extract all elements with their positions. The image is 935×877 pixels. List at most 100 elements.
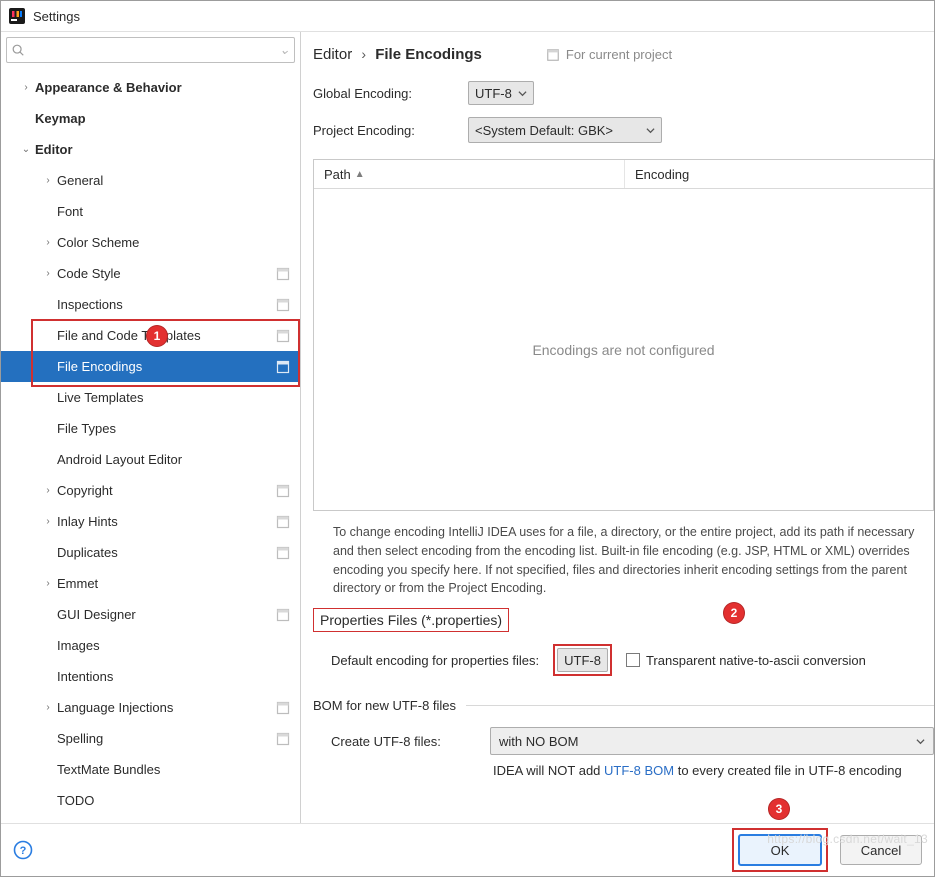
chevron-right-icon: ›	[356, 46, 371, 62]
tree-item-language-injections[interactable]: ›Language Injections	[1, 692, 300, 723]
tree-item-inlay-hints[interactable]: ›Inlay Hints	[1, 506, 300, 537]
tree-item-textmate-bundles[interactable]: TextMate Bundles	[1, 754, 300, 785]
create-utf8-files-value: with NO BOM	[499, 734, 578, 749]
bom-note-prefix: IDEA will NOT add	[493, 763, 604, 778]
watermark: https://blog.csdn.net/wait_13	[767, 832, 928, 846]
help-text: To change encoding IntelliJ IDEA uses fo…	[313, 511, 934, 606]
chevron-right-icon[interactable]: ›	[41, 237, 55, 248]
tree-item-keymap[interactable]: Keymap	[1, 103, 300, 134]
table-empty-label: Encodings are not configured	[532, 342, 714, 358]
properties-default-encoding-row: Default encoding for properties files: U…	[331, 644, 934, 676]
col-path[interactable]: Path ▲	[314, 160, 625, 188]
transparent-native-to-ascii-label: Transparent native-to-ascii conversion	[646, 653, 866, 668]
chevron-right-icon[interactable]: ›	[41, 175, 55, 186]
tree-item-copyright[interactable]: ›Copyright	[1, 475, 300, 506]
global-encoding-combo[interactable]: UTF-8	[468, 81, 534, 105]
tree-item-label: Intentions	[57, 669, 300, 684]
tree-item-file-encodings[interactable]: File Encodings	[1, 351, 300, 382]
tree-item-android-layout-editor[interactable]: Android Layout Editor	[1, 444, 300, 475]
transparent-native-to-ascii-checkbox[interactable]: Transparent native-to-ascii conversion	[626, 653, 866, 668]
tree-item-label: File and Code Templates	[57, 328, 276, 343]
create-utf8-files-row: Create UTF-8 files: with NO BOM	[331, 727, 934, 755]
col-encoding[interactable]: Encoding	[625, 160, 699, 188]
properties-default-encoding-value: UTF-8	[564, 653, 601, 668]
tree-item-label: Editor	[35, 142, 300, 157]
breadcrumb-root[interactable]: Editor	[313, 46, 352, 63]
tree-item-general[interactable]: ›General	[1, 165, 300, 196]
col-encoding-label: Encoding	[635, 167, 689, 182]
tree-item-todo[interactable]: TODO	[1, 785, 300, 816]
main-area: ⌄ ›Appearance & BehaviorKeymap⌄Editor›Ge…	[1, 31, 934, 823]
properties-section-title: Properties Files (*.properties)	[313, 608, 509, 632]
separator	[466, 705, 934, 706]
tree-item-label: Images	[57, 638, 300, 653]
tree-item-label: Font	[57, 204, 300, 219]
chevron-right-icon[interactable]: ›	[41, 268, 55, 279]
global-encoding-row: Global Encoding: UTF-8	[313, 81, 934, 105]
search-box[interactable]: ⌄	[6, 37, 295, 63]
tree-item-file-types[interactable]: File Types	[1, 413, 300, 444]
project-encoding-combo[interactable]: <System Default: GBK>	[468, 117, 662, 143]
tree-item-label: Copyright	[57, 483, 276, 498]
search-icon	[11, 43, 25, 57]
tree-item-inspections[interactable]: Inspections	[1, 289, 300, 320]
search-input[interactable]	[25, 42, 281, 59]
create-utf8-files-label: Create UTF-8 files:	[331, 734, 476, 749]
settings-window: Settings ⌄ ›Appearance & BehaviorKeymap⌄…	[0, 0, 935, 877]
project-scope-icon	[276, 267, 290, 281]
encodings-table[interactable]: Path ▲ Encoding Encodings are not config…	[313, 159, 934, 511]
tree-item-font[interactable]: Font	[1, 196, 300, 227]
tree-item-color-scheme[interactable]: ›Color Scheme	[1, 227, 300, 258]
tree-item-label: TextMate Bundles	[57, 762, 300, 777]
search-caret: ⌄	[279, 42, 290, 58]
tree-item-gui-designer[interactable]: GUI Designer	[1, 599, 300, 630]
tree-item-spelling[interactable]: Spelling	[1, 723, 300, 754]
properties-default-encoding-label: Default encoding for properties files:	[331, 653, 539, 668]
chevron-right-icon[interactable]: ›	[41, 516, 55, 527]
properties-default-encoding-combo[interactable]: UTF-8	[557, 648, 608, 672]
tree-item-label: General	[57, 173, 300, 188]
window-title: Settings	[33, 9, 80, 24]
bom-note: IDEA will NOT add UTF-8 BOM to every cre…	[493, 763, 934, 778]
tree-item-label: TODO	[57, 793, 300, 808]
project-scope-icon	[546, 48, 560, 62]
create-utf8-files-combo[interactable]: with NO BOM	[490, 727, 934, 755]
tree-item-live-templates[interactable]: Live Templates	[1, 382, 300, 413]
bom-section-title: BOM for new UTF-8 files	[313, 698, 456, 713]
tree-item-label: GUI Designer	[57, 607, 276, 622]
tree-item-label: Keymap	[35, 111, 300, 126]
breadcrumb-row: Editor › File Encodings For current proj…	[313, 46, 934, 75]
project-scope-icon	[276, 484, 290, 498]
tree-item-appearance-behavior[interactable]: ›Appearance & Behavior	[1, 72, 300, 103]
tree-item-label: File Encodings	[57, 359, 276, 374]
col-path-label: Path	[324, 167, 351, 182]
settings-tree[interactable]: ›Appearance & BehaviorKeymap⌄Editor›Gene…	[1, 68, 300, 823]
table-header: Path ▲ Encoding	[314, 160, 933, 189]
tree-item-duplicates[interactable]: Duplicates	[1, 537, 300, 568]
chevron-down-icon[interactable]: ⌄	[19, 144, 33, 155]
annotation-box-2: UTF-8	[553, 644, 612, 676]
app-icon	[9, 8, 25, 24]
search-wrap: ⌄	[1, 32, 300, 68]
tree-item-label: Appearance & Behavior	[35, 80, 300, 95]
tree-item-emmet[interactable]: ›Emmet	[1, 568, 300, 599]
chevron-right-icon[interactable]: ›	[41, 702, 55, 713]
tree-item-editor[interactable]: ⌄Editor	[1, 134, 300, 165]
annotation-callout-2: 2	[723, 602, 745, 624]
tree-item-code-style[interactable]: ›Code Style	[1, 258, 300, 289]
help-icon[interactable]: ?	[13, 840, 33, 860]
chevron-right-icon[interactable]: ›	[41, 578, 55, 589]
utf8-bom-link[interactable]: UTF-8 BOM	[604, 763, 674, 778]
tree-item-intentions[interactable]: Intentions	[1, 661, 300, 692]
tree-item-images[interactable]: Images	[1, 630, 300, 661]
project-scope-icon	[276, 701, 290, 715]
for-current-project-badge: For current project	[546, 47, 672, 62]
tree-item-label: Inspections	[57, 297, 276, 312]
chevron-right-icon[interactable]: ›	[19, 82, 33, 93]
project-encoding-row: Project Encoding: <System Default: GBK>	[313, 117, 934, 143]
tree-item-label: Duplicates	[57, 545, 276, 560]
chevron-right-icon[interactable]: ›	[41, 485, 55, 496]
tree-item-file-and-code-templates[interactable]: File and Code Templates	[1, 320, 300, 351]
tree-item-label: Language Injections	[57, 700, 276, 715]
sort-asc-icon: ▲	[355, 169, 365, 180]
